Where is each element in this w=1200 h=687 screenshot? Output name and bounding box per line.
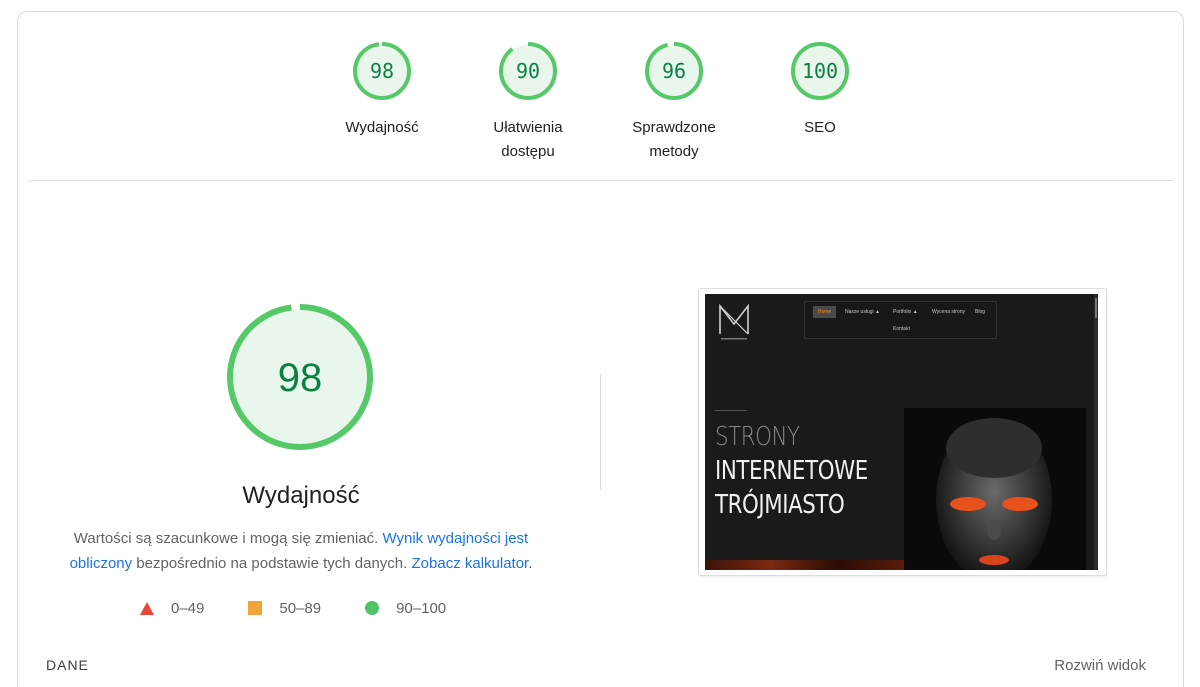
gauge-label: Wydajność xyxy=(345,119,419,136)
score-legend: 0–49 50–89 90–100 xyxy=(140,598,490,618)
gauge-best-practices[interactable]: 96 Sprawdzone metody xyxy=(604,40,744,164)
category-gauges: 98 Wydajność 90 Ułatwienia dostępu 96 Spr… xyxy=(18,12,1183,182)
nav-item: Wycena strony xyxy=(932,309,966,315)
performance-gauge-large: 98 xyxy=(227,304,373,450)
circle-icon xyxy=(365,601,380,615)
site-nav: Home Nasze usługi ▲ Portfolio ▲ Wycena s… xyxy=(804,301,997,339)
hero-line: STRONY xyxy=(715,422,800,452)
gauge-label: SEO xyxy=(804,119,836,136)
report-card: 98 Wydajność 90 Ułatwienia dostępu 96 Spr… xyxy=(17,11,1184,687)
triangle-icon xyxy=(140,601,154,615)
nav-item: Kontakt xyxy=(893,326,910,332)
performance-title: Wydajność xyxy=(242,482,360,509)
hero-line: TRÓJMIASTO xyxy=(715,490,845,520)
final-screenshot[interactable]: Home Nasze usługi ▲ Portfolio ▲ Wycena s… xyxy=(698,288,1107,576)
nav-item: Portfolio ▲ xyxy=(893,309,918,315)
hero-kicker xyxy=(715,410,747,411)
legend-range: 0–49 xyxy=(171,599,205,617)
gauge-performance[interactable]: 98 Wydajność xyxy=(312,40,452,140)
gauge-score: 90 xyxy=(516,59,540,83)
gauge-score: 96 xyxy=(662,59,686,83)
page-screenshot: Home Nasze usługi ▲ Portfolio ▲ Wycena s… xyxy=(705,294,1098,570)
divider xyxy=(28,180,1173,181)
nav-item: Blog xyxy=(975,309,986,315)
square-icon xyxy=(248,601,263,615)
score-description: Wartości są szacunkowe i mogą się zmieni… xyxy=(69,530,533,572)
site-logo xyxy=(719,303,749,340)
legend-average: 50–89 xyxy=(248,600,321,617)
performance-score-large: 98 xyxy=(278,356,323,400)
expand-view-button[interactable]: Rozwiń widok xyxy=(1054,657,1146,674)
gauge-label: Sprawdzone metody xyxy=(632,119,716,160)
gauge-ring: 96 xyxy=(645,42,703,100)
gauge-ring: 98 xyxy=(353,42,411,100)
hero-image-strip xyxy=(705,560,904,570)
hero-line: INTERNETOWE xyxy=(715,456,868,486)
vertical-divider xyxy=(600,374,601,490)
legend-range: 90–100 xyxy=(396,599,447,617)
nav-item: Nasze usługi ▲ xyxy=(845,309,880,315)
hero-portrait-image xyxy=(904,408,1086,570)
gauge-label: Ułatwienia dostępu xyxy=(493,119,563,160)
gauge-seo[interactable]: 100 SEO xyxy=(750,40,890,140)
gauge-accessibility[interactable]: 90 Ułatwienia dostępu xyxy=(458,40,598,164)
legend-range: 50–89 xyxy=(279,599,322,617)
legend-pass: 90–100 xyxy=(365,600,446,617)
calculator-link[interactable]: Zobacz kalkulator xyxy=(412,555,529,572)
legend-fail: 0–49 xyxy=(140,600,204,617)
gauge-score: 98 xyxy=(370,59,394,83)
gauge-score: 100 xyxy=(802,59,838,83)
scrollbar xyxy=(1094,294,1098,570)
gauge-ring: 100 xyxy=(791,42,849,100)
section-label: DANE xyxy=(46,657,89,673)
nav-item: Home xyxy=(813,306,836,318)
gauge-ring: 90 xyxy=(499,42,557,100)
